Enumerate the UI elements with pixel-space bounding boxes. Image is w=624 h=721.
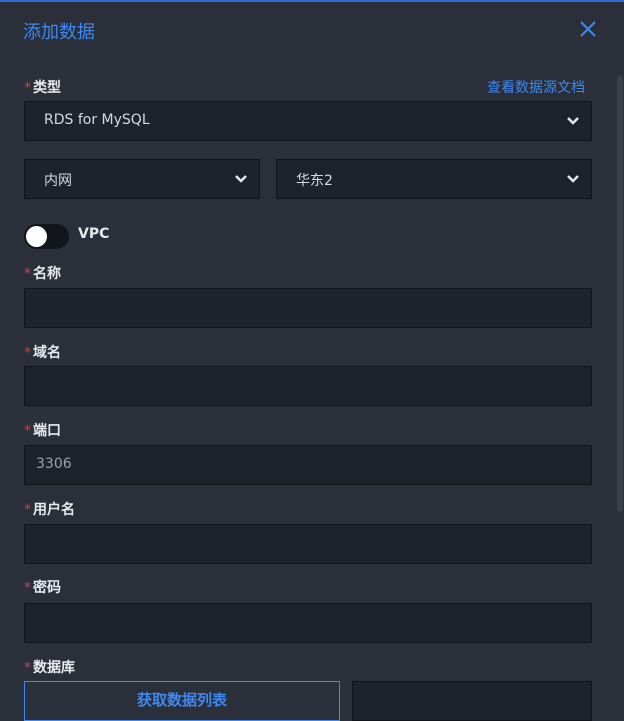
domain-label-text: 域名	[33, 345, 61, 361]
type-label-text: 类型	[33, 80, 61, 96]
chevron-down-icon	[235, 175, 247, 183]
domain-label: * 域名	[24, 342, 61, 362]
database-label: * 数据库	[24, 657, 75, 677]
password-input[interactable]	[24, 603, 592, 643]
name-label: * 名称	[24, 263, 61, 283]
add-data-dialog: 添加数据 * 类型 查看数据源文档 RDS for MySQL 内网 华东2 VP…	[0, 0, 624, 721]
required-mark: *	[24, 423, 31, 439]
port-input[interactable]: 3306	[24, 445, 592, 485]
required-mark: *	[24, 660, 31, 676]
network-select[interactable]: 内网	[24, 159, 260, 199]
username-label: * 用户名	[24, 499, 75, 519]
port-label-text: 端口	[33, 423, 61, 439]
chevron-down-icon	[567, 117, 579, 125]
vpc-label: VPC	[78, 226, 110, 242]
username-input[interactable]	[24, 524, 592, 564]
view-docs-link[interactable]: 查看数据源文档	[487, 77, 585, 97]
toggle-knob	[26, 226, 47, 247]
name-label-text: 名称	[33, 266, 61, 282]
database-label-text: 数据库	[33, 660, 75, 676]
network-select-value: 内网	[44, 173, 72, 189]
port-label: * 端口	[24, 420, 61, 440]
port-input-value: 3306	[36, 456, 72, 472]
close-icon[interactable]	[577, 18, 599, 40]
fetch-data-list-button[interactable]: 获取数据列表	[24, 681, 340, 721]
type-select[interactable]: RDS for MySQL	[24, 101, 592, 141]
type-label: * 类型	[24, 77, 61, 97]
required-mark: *	[24, 80, 31, 96]
username-label-text: 用户名	[33, 502, 75, 518]
password-label-text: 密码	[33, 580, 61, 596]
password-label: * 密码	[24, 577, 61, 597]
required-mark: *	[24, 580, 31, 596]
domain-input[interactable]	[24, 366, 592, 406]
type-select-value: RDS for MySQL	[44, 112, 150, 128]
name-input[interactable]	[24, 288, 592, 328]
required-mark: *	[24, 345, 31, 361]
region-select[interactable]: 华东2	[276, 159, 592, 199]
chevron-down-icon	[567, 175, 579, 183]
database-select[interactable]	[352, 681, 592, 721]
scrollbar[interactable]	[617, 75, 623, 512]
required-mark: *	[24, 266, 31, 282]
required-mark: *	[24, 502, 31, 518]
region-select-value: 华东2	[296, 173, 333, 189]
vpc-toggle[interactable]	[24, 224, 69, 249]
dialog-title: 添加数据	[23, 22, 95, 43]
